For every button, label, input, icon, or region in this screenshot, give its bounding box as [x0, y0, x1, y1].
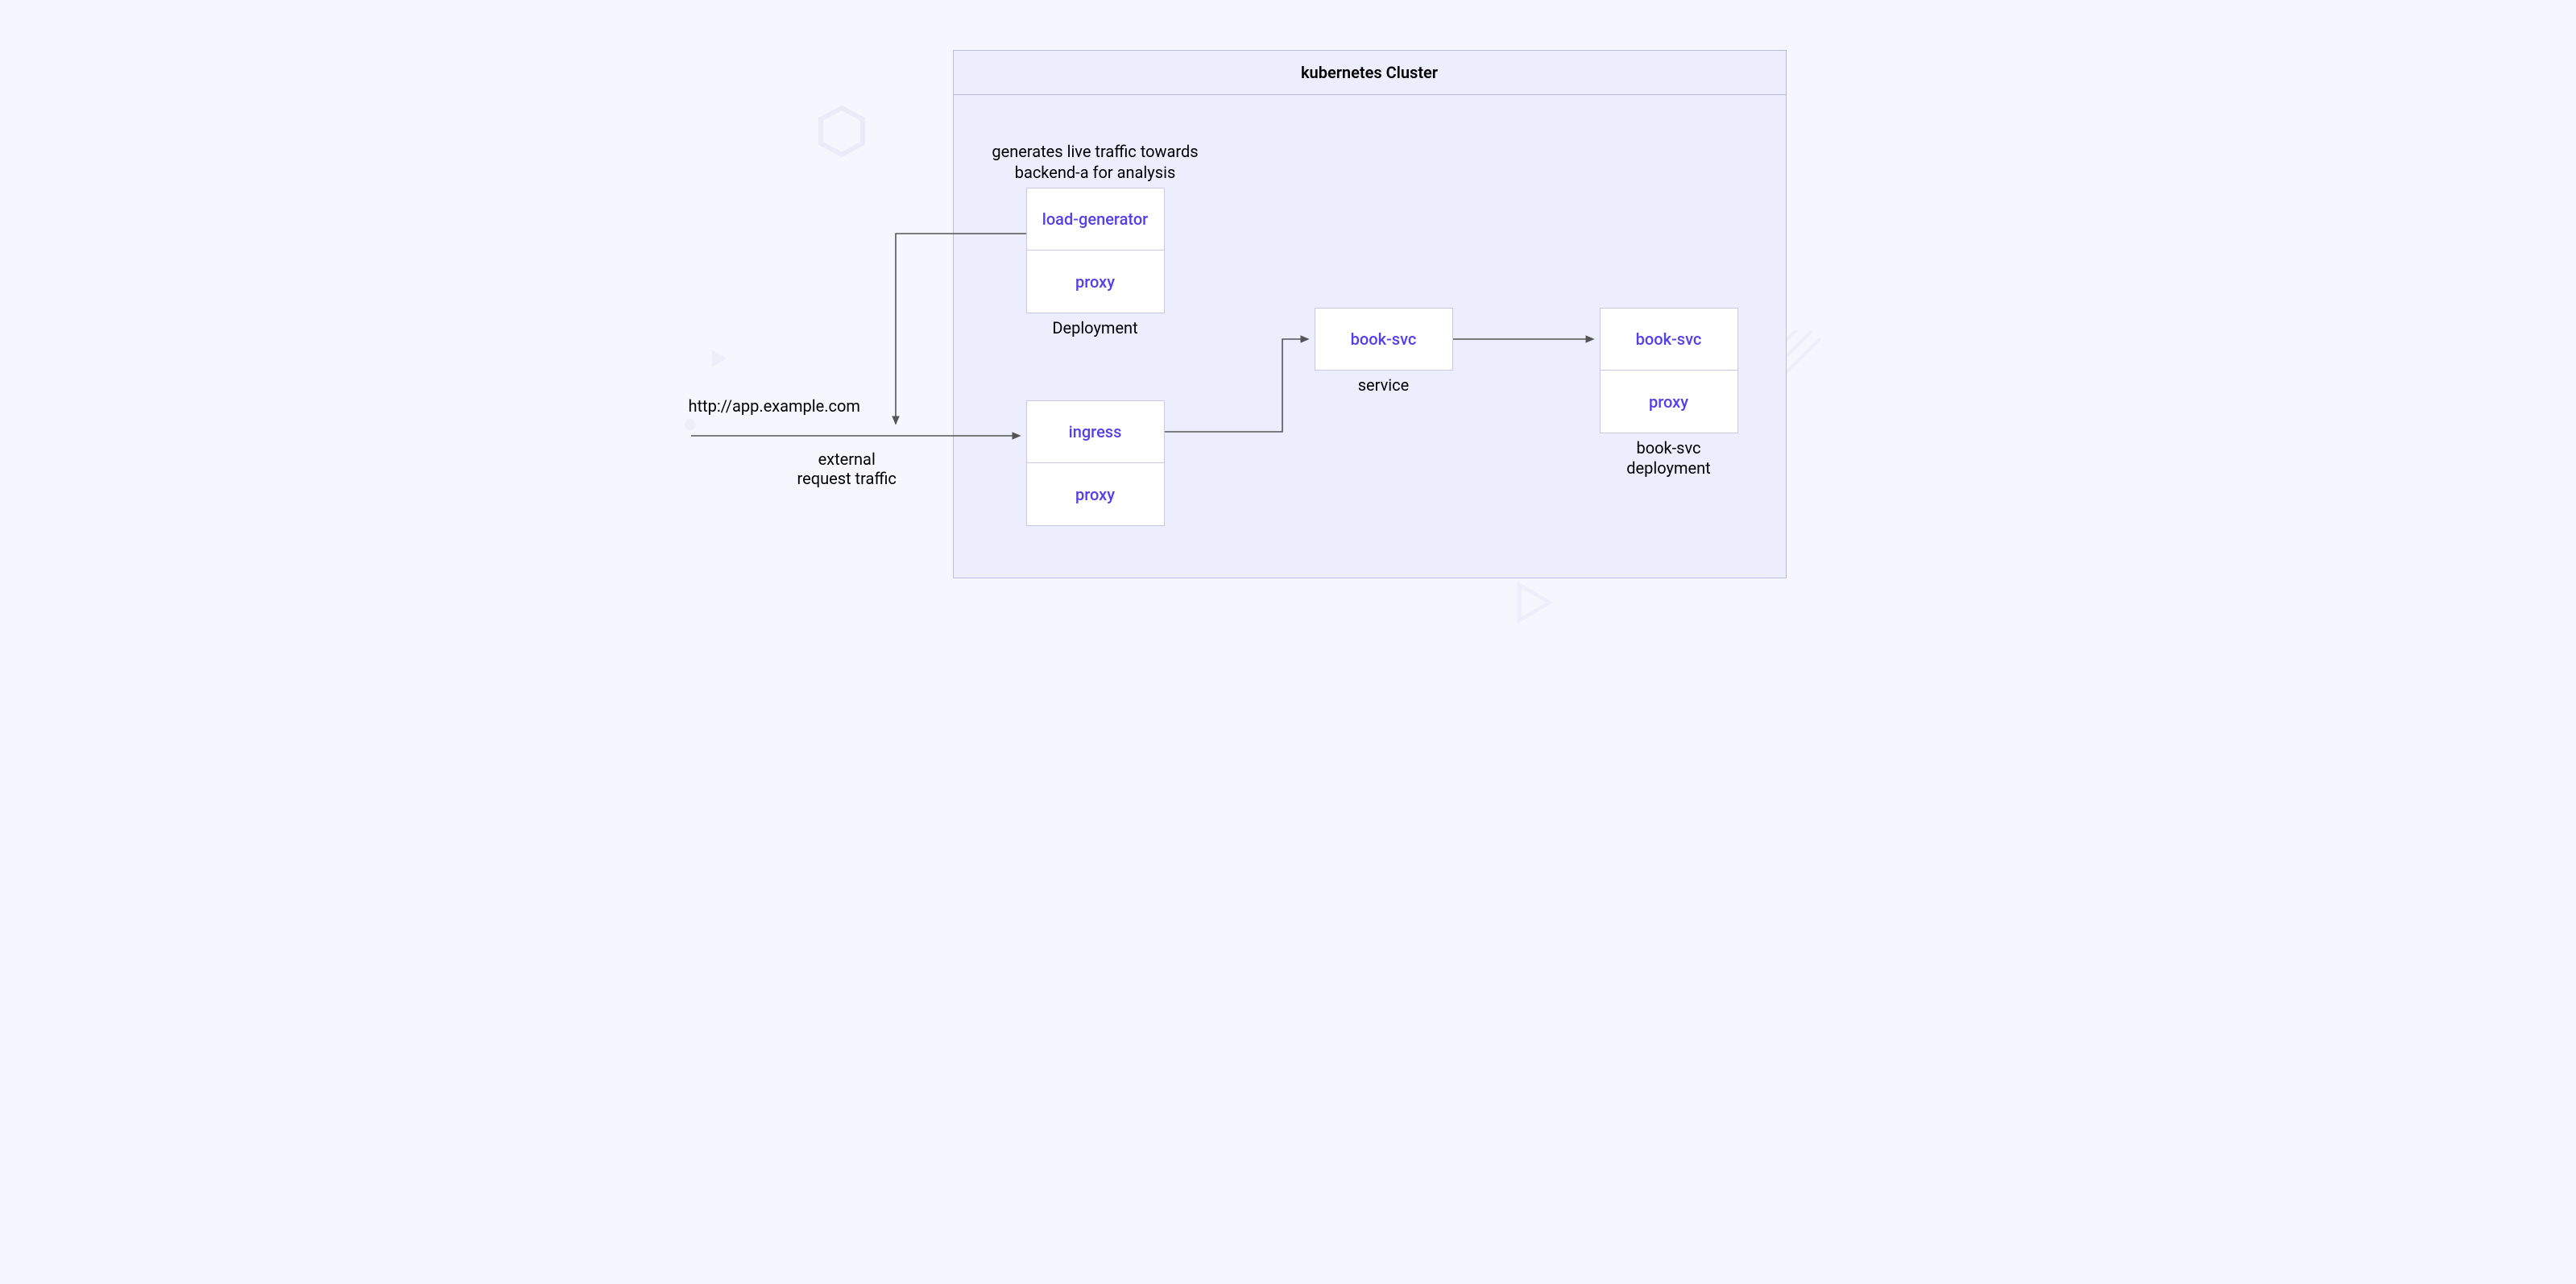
hexagon-icon [818, 105, 866, 161]
triangle-icon [709, 346, 730, 374]
load-generator-proxy-cell: proxy [1026, 251, 1165, 313]
service-group: book-svc service [1315, 308, 1453, 396]
book-svc-cell: book-svc [1600, 308, 1738, 371]
play-outline-icon [1514, 580, 1555, 628]
ingress-group: ingress proxy [1026, 400, 1165, 526]
book-svc-caption-line1: book-svc [1636, 438, 1700, 458]
external-traffic-label: external request traffic [797, 449, 897, 488]
annotation-line-2: backend-a for analysis [1015, 163, 1176, 182]
load-generator-cell: load-generator [1026, 188, 1165, 251]
book-svc-proxy-cell: proxy [1600, 371, 1738, 433]
load-generator-caption: Deployment [1026, 318, 1165, 338]
load-generator-annotation: generates live traffic towards backend-a… [963, 141, 1228, 183]
service-caption: service [1315, 375, 1453, 396]
ingress-proxy-cell: proxy [1026, 463, 1165, 526]
load-generator-group: generates live traffic towards backend-a… [963, 141, 1228, 338]
ingress-cell: ingress [1026, 400, 1165, 463]
dot-icon [685, 419, 696, 430]
service-cell: book-svc [1315, 308, 1453, 371]
external-traffic-line1: external [818, 449, 876, 469]
annotation-line-1: generates live traffic towards [992, 142, 1198, 161]
cluster-title: kubernetes Cluster [954, 51, 1786, 95]
book-svc-deployment-group: book-svc proxy book-svc deployment [1600, 308, 1738, 478]
cluster-title-text: kubernetes Cluster [1301, 63, 1438, 82]
external-url-label: http://app.example.com [689, 396, 860, 416]
book-svc-caption: book-svc deployment [1600, 438, 1738, 478]
book-svc-caption-line2: deployment [1626, 458, 1710, 478]
diagram-canvas: kubernetes Cluster generates live traffi… [644, 0, 1932, 642]
external-traffic-line2: request traffic [797, 469, 897, 488]
